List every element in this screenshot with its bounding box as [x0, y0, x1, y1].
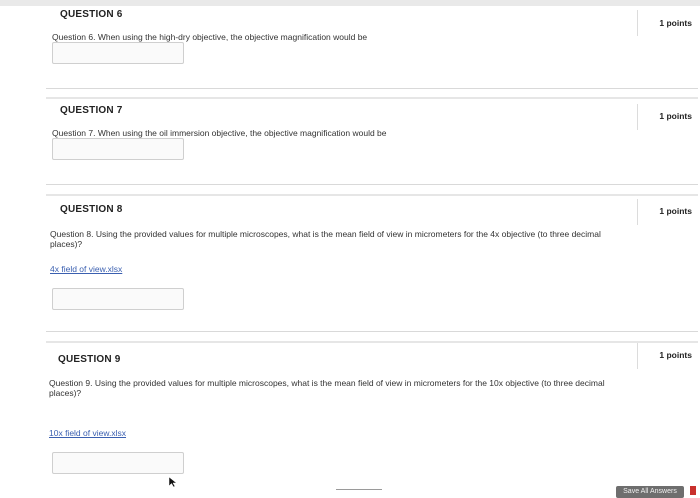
- answer-input[interactable]: [52, 42, 184, 64]
- question-heading: QUESTION 6: [60, 9, 123, 20]
- attachment-link[interactable]: 4x field of view.xlsx: [50, 264, 122, 274]
- divider: [46, 184, 698, 185]
- mouse-cursor-icon: [168, 476, 178, 488]
- question-text: Question 6. When using the high-dry obje…: [52, 32, 368, 42]
- divider: [46, 331, 698, 332]
- red-marker: [690, 486, 696, 495]
- answer-input[interactable]: [52, 138, 184, 160]
- save-all-answers-button[interactable]: Save All Answers: [616, 486, 684, 498]
- question-text: Question 9. Using the provided values fo…: [49, 378, 605, 398]
- points-label: 1 points: [659, 350, 692, 360]
- question-bar: [46, 97, 698, 99]
- question-heading: QUESTION 8: [60, 204, 123, 215]
- points-label: 1 points: [659, 111, 692, 121]
- question-bar: [46, 194, 698, 196]
- question-text: Question 7. When using the oil immersion…: [52, 128, 387, 138]
- answer-input[interactable]: [52, 288, 184, 310]
- question-heading: QUESTION 7: [60, 105, 123, 116]
- points-label: 1 points: [659, 18, 692, 28]
- attachment-link[interactable]: 10x field of view.xlsx: [49, 428, 126, 438]
- question-text: Question 8. Using the provided values fo…: [50, 229, 601, 249]
- points-label: 1 points: [659, 206, 692, 216]
- top-strip: [0, 0, 700, 6]
- question-bar: [46, 341, 698, 343]
- divider: [46, 88, 698, 89]
- answer-input[interactable]: [52, 452, 184, 474]
- question-heading: QUESTION 9: [58, 354, 121, 365]
- scroll-indicator: [336, 489, 382, 494]
